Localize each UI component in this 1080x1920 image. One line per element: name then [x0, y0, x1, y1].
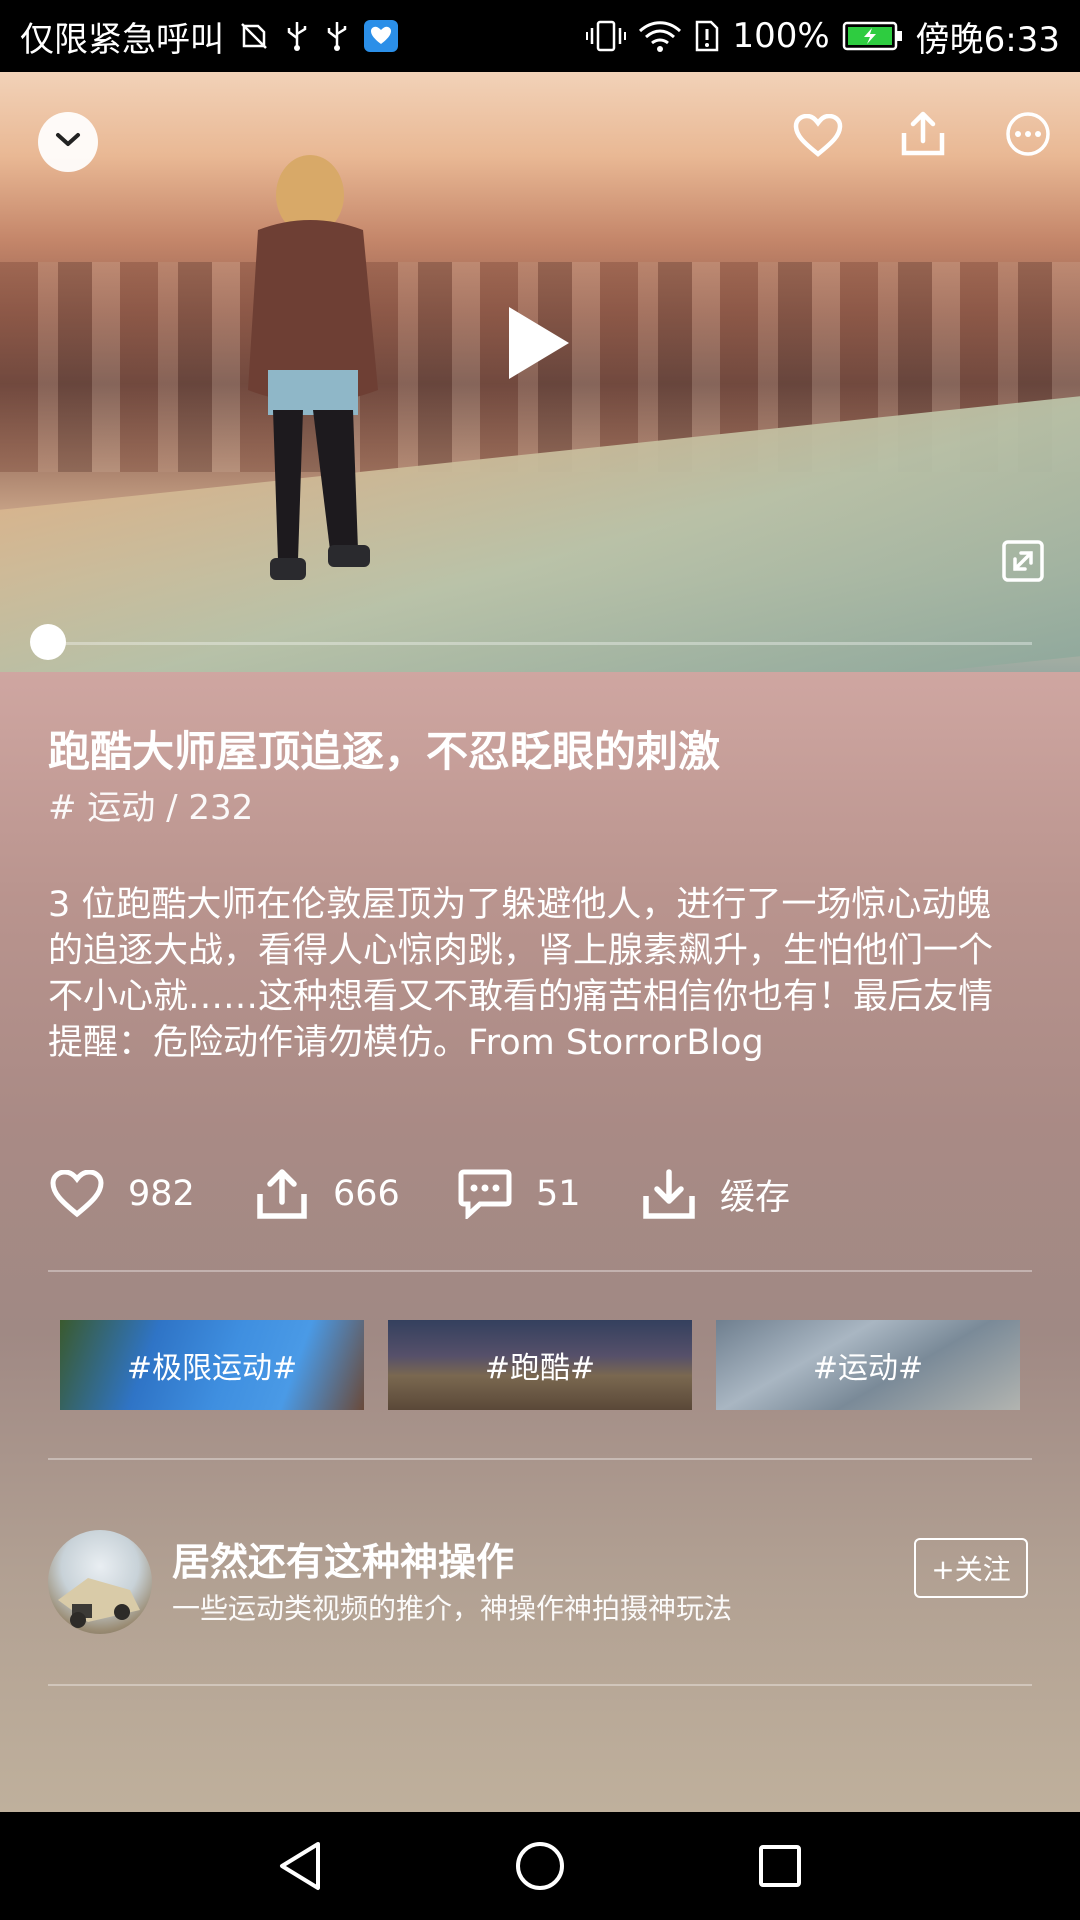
tag-label: #跑酷#: [484, 1351, 596, 1386]
status-right: 100% 傍晚6:33: [586, 12, 1060, 61]
tag-label: #极限运动#: [126, 1351, 298, 1386]
no-sim-icon: [238, 20, 270, 52]
share-count: 666: [333, 1174, 400, 1214]
video-category[interactable]: # 运动 / 232: [48, 786, 253, 830]
follow-button[interactable]: +关注: [914, 1538, 1028, 1598]
wifi-icon: [638, 19, 682, 53]
stats-bar: 982 666 51 缓存: [48, 1162, 1038, 1226]
progress-track[interactable]: [48, 642, 1032, 645]
author-description: 一些运动类视频的推介，神操作神拍摄神玩法: [172, 1592, 733, 1625]
like-button[interactable]: [790, 110, 846, 166]
more-button[interactable]: [1000, 108, 1056, 164]
vibrate-icon: [586, 19, 627, 53]
like-count: 982: [128, 1174, 195, 1214]
comment-stat-button[interactable]: 51: [456, 1162, 581, 1226]
video-detail: 跑酷大师屋顶追逐，不忍眨眼的刺激 # 运动 / 232 3 位跑酷大师在伦敦屋顶…: [0, 672, 1080, 1812]
divider: [48, 1458, 1032, 1460]
home-button[interactable]: [512, 1840, 568, 1896]
navigation-bar: [0, 1812, 1080, 1920]
cache-button[interactable]: 缓存: [640, 1162, 790, 1226]
fullscreen-button[interactable]: [1000, 540, 1046, 586]
collapse-button[interactable]: [38, 112, 98, 172]
app-notification-icon: [364, 20, 398, 52]
recent-apps-button[interactable]: [752, 1840, 808, 1896]
play-icon: [503, 303, 573, 387]
video-description: 3 位跑酷大师在伦敦屋顶为了躲避他人，进行了一场惊心动魄的追逐大战，看得人心惊肉…: [48, 885, 994, 1063]
progress-thumb[interactable]: [30, 624, 66, 660]
tag-card[interactable]: #极限运动#: [60, 1320, 364, 1410]
video-person: [248, 155, 378, 580]
home-icon: [514, 1840, 566, 1896]
fullscreen-icon: [1001, 539, 1045, 587]
video-player[interactable]: [0, 72, 1080, 672]
divider: [48, 1270, 1032, 1272]
back-icon: [276, 1840, 324, 1896]
tag-list: #极限运动# #跑酷# #运动#: [60, 1320, 1020, 1410]
tag-card[interactable]: #跑酷#: [388, 1320, 692, 1410]
download-icon: [640, 1165, 698, 1223]
like-stat-button[interactable]: 982: [48, 1162, 195, 1226]
share-icon: [900, 111, 946, 161]
status-left: 仅限紧急呼叫: [20, 12, 586, 61]
divider: [48, 1684, 1032, 1686]
battery-charging-icon: [842, 20, 904, 52]
back-button[interactable]: [272, 1840, 328, 1896]
comment-icon: [456, 1165, 514, 1223]
share-icon: [253, 1165, 311, 1223]
avatar[interactable]: [48, 1530, 152, 1634]
heart-icon: [48, 1165, 106, 1223]
video-title: 跑酷大师屋顶追逐，不忍眨眼的刺激: [48, 727, 721, 776]
sim-alert-icon: [694, 19, 720, 53]
heart-icon: [793, 113, 843, 162]
play-button[interactable]: [498, 300, 578, 390]
status-bar: 仅限紧急呼叫 100% 傍晚6:33: [0, 0, 1080, 72]
tag-card[interactable]: #运动#: [716, 1320, 1020, 1410]
carrier-text: 仅限紧急呼叫: [20, 19, 224, 60]
more-icon: [1005, 111, 1051, 161]
share-button[interactable]: [895, 108, 951, 164]
usb-icon: [284, 20, 310, 52]
comment-count: 51: [536, 1174, 581, 1214]
author-name[interactable]: 居然还有这种神操作: [172, 1538, 514, 1586]
chevron-down-icon: [55, 132, 81, 152]
screen: 仅限紧急呼叫 100% 傍晚6:33 跑酷大师屋顶追逐，不忍眨眼的刺激 # 运动…: [0, 0, 1080, 1920]
cache-label: 缓存: [720, 1177, 791, 1218]
battery-percent: 100%: [732, 16, 830, 56]
usb-icon: [324, 20, 350, 52]
share-stat-button[interactable]: 666: [253, 1162, 400, 1226]
author-section[interactable]: 居然还有这种神操作 一些运动类视频的推介，神操作神拍摄神玩法 +关注: [48, 1530, 1032, 1640]
tag-label: #运动#: [812, 1351, 924, 1386]
recent-apps-icon: [757, 1843, 803, 1893]
avatar-image: [58, 1578, 140, 1628]
clock: 傍晚6:33: [915, 19, 1060, 60]
